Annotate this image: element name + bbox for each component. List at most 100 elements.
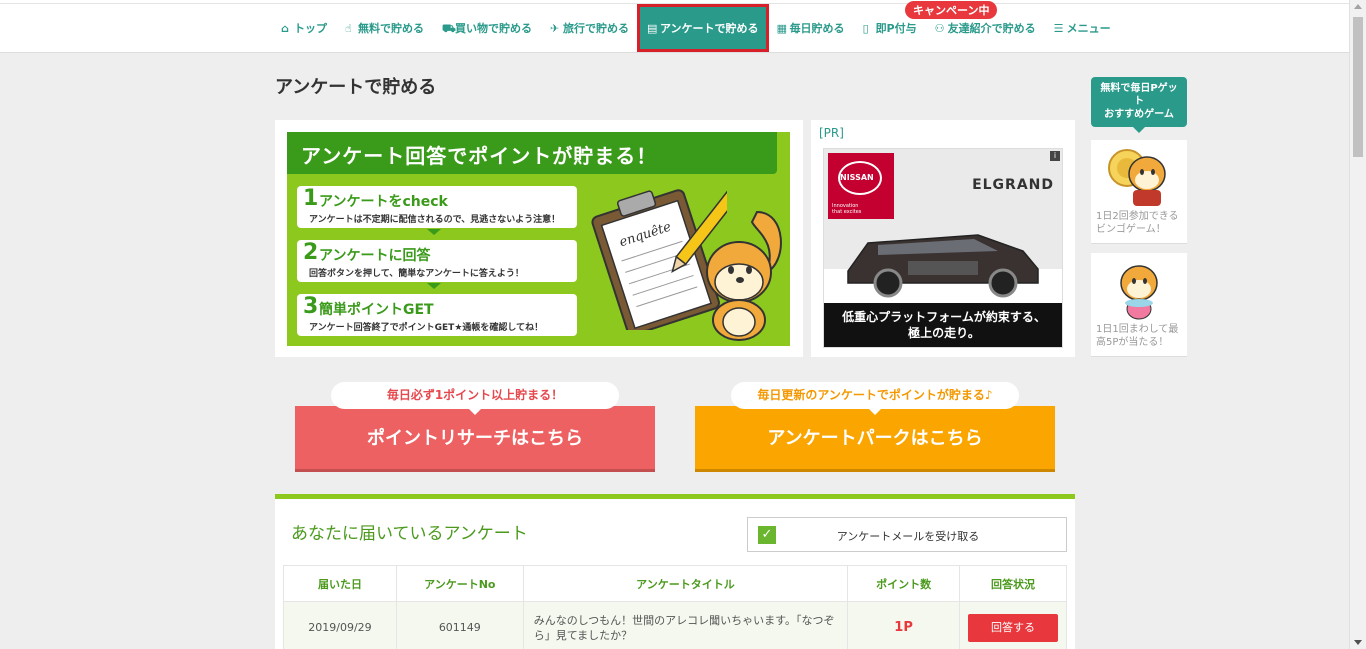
roulette-mascot-icon — [1120, 265, 1158, 320]
side-games-header: 無料で毎日Pゲッ ト おすすめゲーム — [1091, 77, 1187, 133]
clipboard-icon: ▤ — [647, 21, 658, 35]
received-surveys-section: あなたに届いているアンケート ✓ アンケートメールを受け取る 届いた日 アンケー… — [275, 494, 1075, 649]
table-header-row: 届いた日 アンケートNo アンケートタイトル ポイント数 回答状況 — [283, 565, 1067, 602]
ad-brand-name: ELGRAND — [972, 177, 1054, 193]
column-header: 回答状況 — [959, 565, 1067, 602]
banner-headline-bar: アンケート回答でポイントが貯まる！ — [287, 132, 777, 174]
survey-banner: アンケート回答でポイントが貯まる！ 1 アンケートをcheck アンケートは不定… — [287, 132, 790, 346]
nav-item-label: トップ — [294, 22, 327, 35]
calendar-icon: ▦ — [776, 21, 787, 35]
step-text: アンケートは不定期に配信されるので、見逃さないよう注意！ — [309, 215, 561, 225]
nav-item-shopping[interactable]: ⛟ 買い物で貯める — [433, 5, 541, 51]
ad-copy-line2: 極上の走り。 — [908, 326, 980, 340]
squirrel-mascot-icon — [706, 210, 782, 341]
step-title: 簡単ポイントGET — [319, 302, 434, 318]
scrollbar-thumb[interactable] — [1353, 17, 1363, 157]
step-number: 2 — [303, 240, 319, 265]
column-header: アンケートタイトル — [522, 565, 849, 602]
step-title: アンケートをcheck — [319, 194, 448, 210]
cta-bubble: 毎日必ず1ポイント以上貯まる！ — [331, 382, 619, 415]
plane-icon: ✈ — [550, 21, 560, 35]
friends-icon: ⚇ — [934, 21, 945, 35]
game-card-roulette[interactable]: 1日1回まわして最高5Pが当たる！ — [1091, 253, 1187, 357]
nav-item-menu[interactable]: ☰ メニュー — [1045, 5, 1120, 51]
step-arrow-icon — [427, 229, 441, 235]
step-text: 回答ボタンを押して、簡単なアンケートに答えよう！ — [309, 269, 524, 279]
nav-item-label: 即P付与 — [875, 22, 917, 35]
step-title: アンケートに回答 — [319, 248, 431, 264]
ad-info-icon[interactable]: i — [1050, 151, 1060, 161]
survey-park-cta: 毎日更新のアンケートでポイントが貯まる♪ アンケートパークはこちら — [695, 382, 1055, 472]
scroll-down-icon[interactable] — [1354, 640, 1362, 645]
table-row: 2019/09/29 601149 みんなのしつもん！世間のアレコレ聞いちゃいま… — [283, 601, 1067, 649]
scroll-up-icon[interactable] — [1354, 4, 1362, 9]
column-header: アンケートNo — [395, 565, 524, 602]
nav-item-label: メニュー — [1066, 22, 1111, 35]
cell-survey-title: みんなのしつもん！世間のアレコレ聞いちゃいます。「なつぞら」見てましたか？ — [522, 601, 849, 649]
home-icon: ⌂ — [281, 21, 289, 35]
ad-copy-area: 低重心プラットフォームが約束する、 極上の走り。 — [824, 303, 1062, 347]
point-research-button[interactable]: ポイントリサーチはこちら — [295, 406, 655, 472]
step-text: アンケート回答終了でポイントGET★通帳を確認してね！ — [309, 323, 544, 333]
cell-date: 2019/09/29 — [283, 601, 397, 649]
nav-item-top[interactable]: ⌂ トップ — [272, 5, 336, 51]
logo-tagline-line2: that excites — [832, 209, 862, 215]
cell-survey-no: 601149 — [395, 601, 524, 649]
answer-button[interactable]: 回答する — [968, 613, 1058, 642]
ad-copy-line1: 低重心プラットフォームが約束する、 — [842, 310, 1046, 324]
logo-tagline: Innovation that excites — [832, 203, 861, 215]
survey-table: 届いた日 アンケートNo アンケートタイトル ポイント数 回答状況 2019/0… — [283, 565, 1067, 649]
banner-step-1: 1 アンケートをcheck アンケートは不定期に配信されるので、見逃さないよう注… — [297, 186, 577, 228]
ad-visual: NISSAN Innovation that excites ELGRAND — [824, 149, 1062, 298]
book-icon: ▯ — [862, 21, 869, 35]
nav-item-travel[interactable]: ✈ 旅行で貯める — [541, 5, 638, 51]
nav-item-daily[interactable]: ▦ 毎日貯める — [768, 5, 854, 51]
column-header: ポイント数 — [847, 565, 960, 602]
side-header-line2: ト — [1134, 96, 1144, 107]
side-header-line1: 無料で毎日Pゲッ — [1100, 83, 1178, 94]
cell-points: 1P — [847, 601, 960, 649]
column-header: 届いた日 — [283, 565, 397, 602]
cart-icon: ⛟ — [442, 21, 456, 35]
car-icon — [847, 234, 1039, 298]
game-description: 1日1回まわして最高5Pが当たる！ — [1096, 324, 1179, 348]
survey-mail-option[interactable]: ✓ アンケートメールを受け取る — [747, 517, 1067, 552]
nav-item-label: 無料で貯める — [358, 22, 424, 35]
global-header: ⌂ トップ ☝ 無料で貯める ⛟ 買い物で貯める ✈ 旅行で貯める ▤ アンケー… — [0, 0, 1349, 53]
hand-icon: ☝ — [345, 21, 352, 35]
section-title: あなたに届いているアンケート — [291, 524, 528, 544]
nav-item-label: アンケートで貯める — [660, 22, 759, 35]
cta-bubble: 毎日更新のアンケートでポイントが貯まる♪ — [731, 382, 1019, 415]
campaign-badge: キャンペーン中 — [905, 1, 998, 19]
survey-banner-card: アンケート回答でポイントが貯まる！ 1 アンケートをcheck アンケートは不定… — [275, 120, 803, 357]
logo-text: NISSAN — [840, 173, 874, 182]
vertical-scrollbar[interactable] — [1349, 0, 1366, 649]
pr-label: [PR] — [819, 126, 844, 140]
cell-status: 回答する — [959, 601, 1067, 649]
step-number: 1 — [303, 186, 319, 211]
menu-icon: ☰ — [1053, 21, 1064, 35]
point-research-cta: 毎日必ず1ポイント以上貯まる！ ポイントリサーチはこちら — [295, 382, 655, 472]
nav-item-free[interactable]: ☝ 無料で貯める — [336, 5, 433, 51]
bingo-mascot-icon — [1108, 149, 1166, 206]
game-description: 1日2回参加できるビンゴゲーム！ — [1096, 211, 1179, 235]
nav-item-survey[interactable]: ▤ アンケートで貯める — [637, 4, 769, 52]
survey-park-button[interactable]: アンケートパークはこちら — [695, 406, 1055, 472]
banner-step-2: 2 アンケートに回答 回答ボタンを押して、簡単なアンケートに答えよう！ — [297, 240, 577, 282]
step-number: 3 — [303, 294, 319, 319]
ad-copy: 低重心プラットフォームが約束する、 極上の走り。 — [824, 309, 1062, 341]
banner-headline: アンケート回答でポイントが貯まる！ — [301, 144, 658, 168]
nissan-logo-icon: NISSAN Innovation that excites — [828, 153, 894, 219]
mail-option-label: アンケートメールを受け取る — [836, 530, 980, 543]
banner-step-3: 3 簡単ポイントGET アンケート回答終了でポイントGET★通帳を確認してね！ — [297, 294, 577, 336]
game-card-bingo[interactable]: 1日2回参加できるビンゴゲーム！ — [1091, 140, 1187, 244]
page-title: アンケートで貯める — [275, 77, 437, 98]
nav-item-label: 買い物で貯める — [455, 22, 532, 35]
step-arrow-icon — [427, 283, 441, 289]
pr-ad-card: [PR] NISSAN Innovation that excites ELGR… — [811, 120, 1075, 357]
nav-item-label: 毎日貯める — [789, 22, 845, 35]
nav-item-label: 友達紹介で貯める — [947, 22, 1036, 35]
nav-item-label: 旅行で貯める — [563, 22, 629, 35]
advertisement[interactable]: NISSAN Innovation that excites ELGRAND 低… — [823, 148, 1063, 348]
side-header-line3: おすすめゲーム — [1104, 109, 1174, 120]
